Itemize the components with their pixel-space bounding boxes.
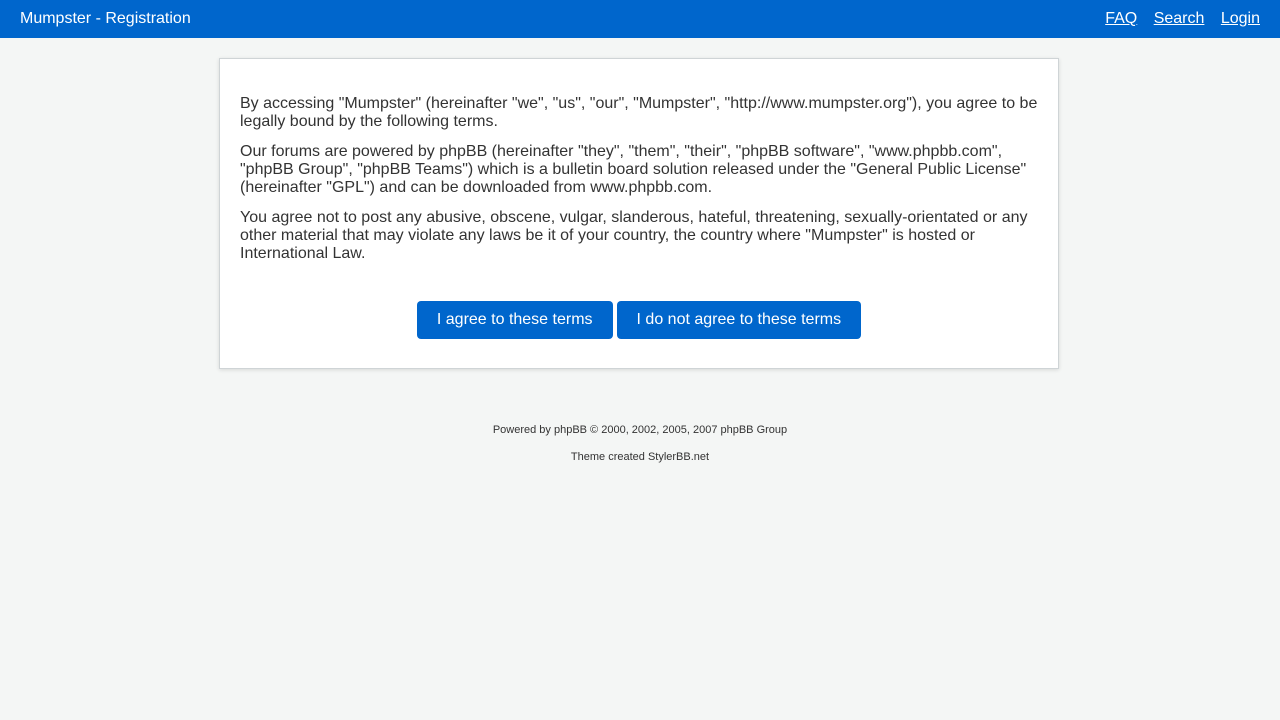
login-link[interactable]: Login [1221, 10, 1260, 27]
search-link[interactable]: Search [1154, 10, 1205, 27]
powered-by-text: Powered by phpBB © 2000, 2002, 2005, 200… [492, 424, 788, 436]
top-navigation-bar: Mumpster - Registration FAQ Search Login [0, 0, 1280, 38]
agree-button[interactable]: I agree to these terms [416, 301, 613, 339]
site-title: Mumpster - Registration [20, 10, 191, 27]
terms-paragraph: Our forums are powered by phpBB (hereina… [240, 143, 1027, 196]
top-nav-links: FAQ Search Login [1093, 10, 1260, 28]
terms-actions: I agree to these terms I do not agree to… [220, 301, 1058, 339]
terms-text: By accessing "Mumpster" (hereinafter "we… [240, 95, 1040, 275]
disagree-button[interactable]: I do not agree to these terms [616, 301, 862, 339]
terms-panel: By accessing "Mumpster" (hereinafter "we… [219, 58, 1059, 369]
faq-link[interactable]: FAQ [1105, 10, 1137, 27]
terms-paragraph: By accessing "Mumpster" (hereinafter "we… [240, 95, 1038, 130]
theme-credit-text: Theme created StylerBB.net [570, 451, 710, 463]
terms-paragraph: You agree not to post any abusive, obsce… [240, 209, 1028, 262]
page-footer: Powered by phpBB © 2000, 2002, 2005, 200… [0, 424, 1280, 478]
